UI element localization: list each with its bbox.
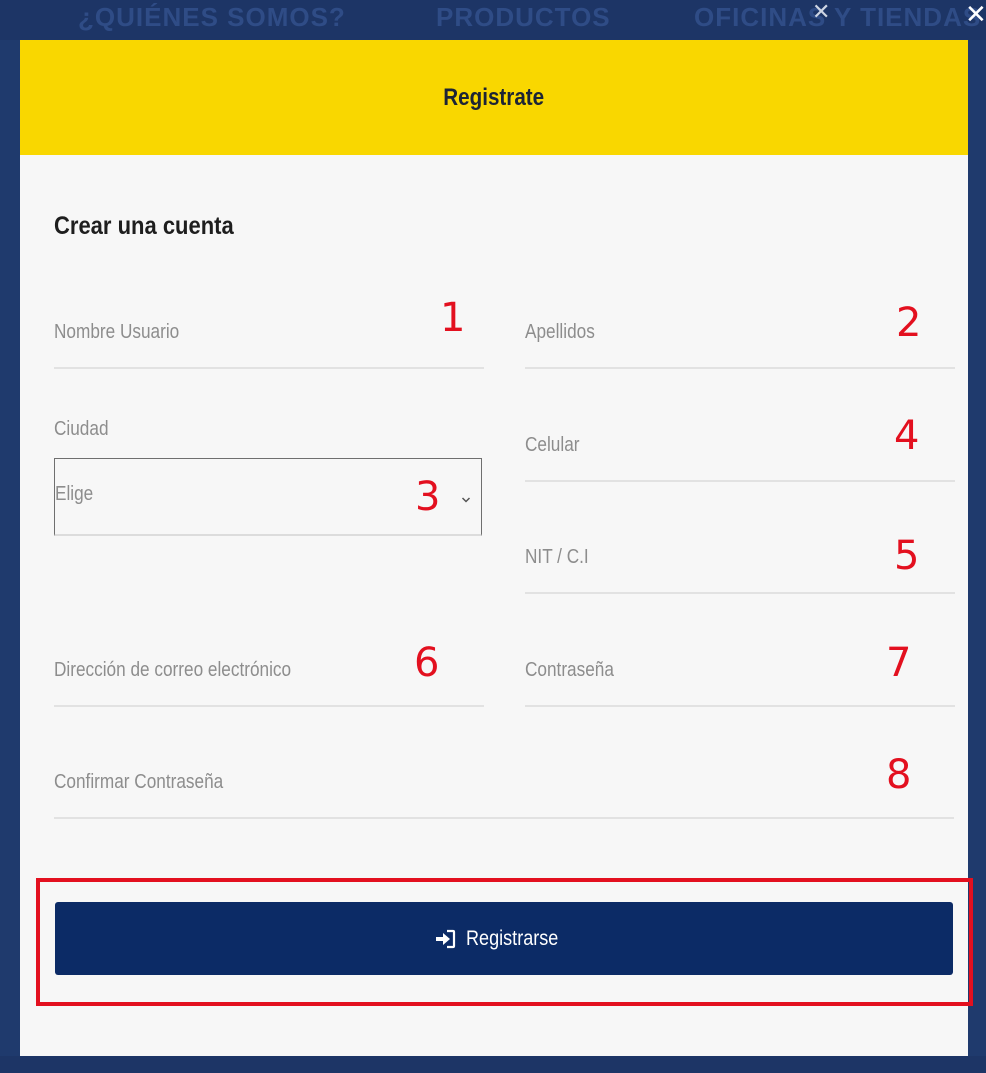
annotation-4: 4 xyxy=(894,413,920,459)
nit-ci-field[interactable]: NIT / C.I xyxy=(525,520,955,594)
annotation-7: 7 xyxy=(886,640,912,686)
modal-header: Registrate xyxy=(20,40,968,155)
bg-nav-item-quienes: ¿QUIÉNES SOMOS? xyxy=(78,2,346,32)
nit-ci-placeholder: NIT / C.I xyxy=(525,546,589,568)
annotation-8: 8 xyxy=(886,752,912,798)
annotation-3: 3 xyxy=(415,474,441,520)
registrarse-label: Registrarse xyxy=(466,926,559,950)
annotation-1: 1 xyxy=(440,295,466,341)
section-title: Crear una cuenta xyxy=(54,212,234,240)
modal-close-icon[interactable]: ✕ xyxy=(965,2,986,28)
bg-nav-item-oficinas: OFICINAS Y TIENDAS xyxy=(694,2,982,32)
background-nav: ¿QUIÉNES SOMOS? PRODUCTOS OFICINAS Y TIE… xyxy=(0,0,986,40)
celular-field[interactable]: Celular xyxy=(525,408,955,482)
ciudad-label: Ciudad xyxy=(54,418,109,440)
contrasena-placeholder: Contraseña xyxy=(525,659,614,681)
nombre-usuario-placeholder: Nombre Usuario xyxy=(54,321,180,343)
apellidos-field[interactable]: Apellidos xyxy=(525,295,955,369)
celular-placeholder: Celular xyxy=(525,434,580,456)
annotation-5: 5 xyxy=(894,533,920,579)
nombre-usuario-field[interactable]: Nombre Usuario xyxy=(54,295,484,369)
background-left-strip xyxy=(0,40,20,1073)
email-placeholder: Dirección de correo electrónico xyxy=(54,659,292,681)
ciudad-selected-value: Elige xyxy=(55,483,94,505)
chevron-down-icon xyxy=(461,497,471,503)
sign-in-icon xyxy=(436,929,456,948)
confirmar-contrasena-field[interactable]: Confirmar Contraseña xyxy=(54,745,954,819)
background-bottom-strip xyxy=(0,1056,986,1073)
bg-nav-item-productos: PRODUCTOS xyxy=(436,2,611,32)
modal-title: Registrate xyxy=(443,83,545,111)
apellidos-placeholder: Apellidos xyxy=(525,321,595,343)
close-icon[interactable]: ✕ xyxy=(812,2,830,24)
annotation-6: 6 xyxy=(414,640,440,686)
registrarse-button[interactable]: Registrarse xyxy=(55,902,953,975)
annotation-2: 2 xyxy=(896,300,922,346)
confirmar-contrasena-placeholder: Confirmar Contraseña xyxy=(54,771,224,793)
register-modal: Registrate Crear una cuenta Nombre Usuar… xyxy=(20,40,973,1056)
